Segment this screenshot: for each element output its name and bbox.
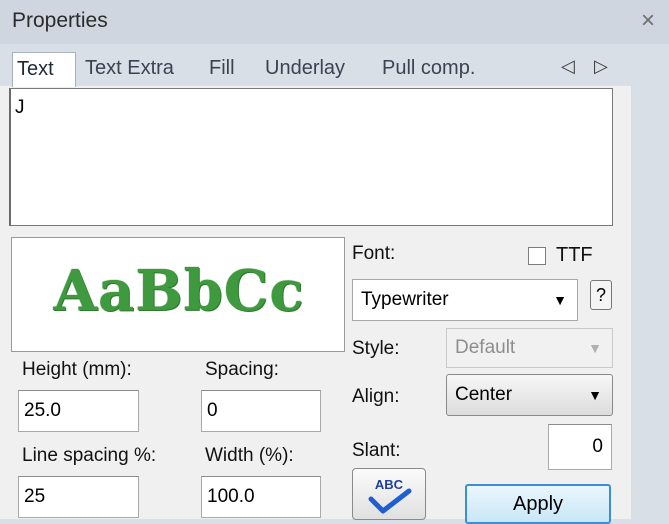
spacing-input[interactable] <box>201 390 321 432</box>
slant-label: Slant: <box>352 440 401 461</box>
spell-check-button[interactable]: ABC <box>352 468 426 520</box>
chevron-down-icon: ▼ <box>553 292 567 308</box>
line-spacing-input[interactable] <box>18 476 139 518</box>
ttf-checkbox[interactable] <box>528 247 546 265</box>
font-help-button[interactable]: ? <box>590 280 612 310</box>
tab-next-icon[interactable]: ▷ <box>594 56 608 77</box>
style-dropdown[interactable]: Default ▼ <box>446 328 613 368</box>
slant-input[interactable] <box>548 424 612 470</box>
font-dropdown[interactable]: Typewriter ▼ <box>352 279 578 321</box>
tab-fill[interactable]: Fill <box>205 52 239 86</box>
tab-pull-comp[interactable]: Pull comp. <box>378 52 479 86</box>
font-preview: AaBbCc <box>11 237 345 352</box>
font-label: Font: <box>352 243 396 264</box>
height-label: Height (mm): <box>22 359 132 380</box>
text-input[interactable] <box>9 88 613 226</box>
preview-sample-text: AaBbCc <box>53 258 305 324</box>
ttf-label: TTF <box>556 244 593 266</box>
align-selected: Center <box>455 384 513 405</box>
chevron-down-icon: ▼ <box>588 340 602 356</box>
style-label: Style: <box>352 338 400 359</box>
spell-check-icon: ABC <box>368 477 412 514</box>
tab-prev-icon[interactable]: ◁ <box>561 56 575 77</box>
tab-text[interactable]: Text <box>12 52 76 87</box>
align-dropdown[interactable]: Center ▼ <box>446 374 613 416</box>
close-icon[interactable]: × <box>641 7 655 35</box>
spell-check-text: ABC <box>375 477 404 492</box>
align-label: Align: <box>352 386 400 407</box>
spacing-label: Spacing: <box>205 359 279 380</box>
tab-underlay[interactable]: Underlay <box>261 52 349 86</box>
tab-text-extra[interactable]: Text Extra <box>81 52 178 86</box>
line-spacing-label: Line spacing %: <box>22 445 157 466</box>
apply-button[interactable]: Apply <box>465 484 611 524</box>
height-input[interactable] <box>18 390 139 432</box>
font-selected: Typewriter <box>361 289 449 310</box>
style-selected: Default <box>455 337 516 358</box>
window-title: Properties <box>12 9 108 32</box>
width-label: Width (%): <box>205 445 294 466</box>
chevron-down-icon: ▼ <box>588 387 602 403</box>
width-input[interactable] <box>201 476 321 518</box>
right-gutter <box>631 44 669 519</box>
